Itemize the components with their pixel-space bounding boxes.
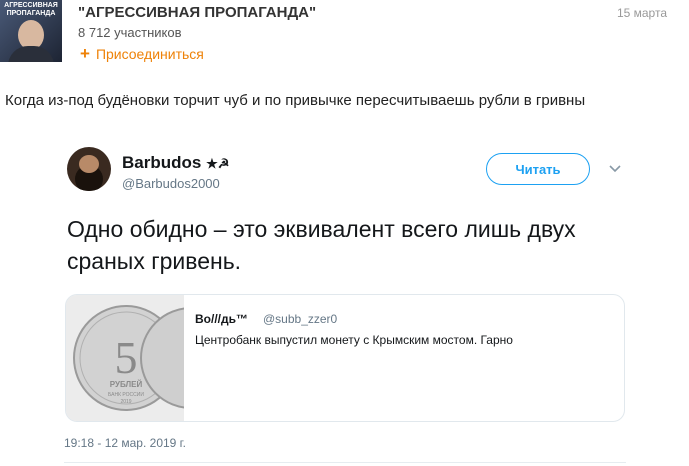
group-title[interactable]: "АГРЕССИВНАЯ ПРОПАГАНДА" <box>78 4 316 21</box>
tweet-author-avatar <box>67 147 111 191</box>
join-group-button[interactable]: + Присоединиться <box>80 44 204 63</box>
tweet-screenshot[interactable]: Barbudos ★☭ @Barbudos2000 Читать Одно об… <box>62 140 632 466</box>
group-avatar-text: АГРЕССИВНАЯ ПРОПАГАНДА <box>4 2 58 17</box>
coin-denomination: 5 <box>115 332 138 383</box>
group-header: АГРЕССИВНАЯ ПРОПАГАНДА "АГРЕССИВНАЯ ПРОП… <box>0 0 689 70</box>
follow-button: Читать <box>486 153 590 185</box>
chevron-down-icon <box>609 165 621 173</box>
quoted-tweet: 5 РУБЛЕЙ БАНК РОССИИ 2019 Во///дь™ @subb… <box>65 294 625 422</box>
divider <box>64 462 626 463</box>
plus-icon: + <box>80 44 90 63</box>
group-avatar[interactable]: АГРЕССИВНАЯ ПРОПАГАНДА <box>0 0 62 62</box>
quoted-author-handle: @subb_zzer0 <box>263 312 338 326</box>
coin-bank: БАНК РОССИИ <box>108 392 144 398</box>
coin-word: РУБЛЕЙ <box>110 380 143 389</box>
tweet-text: Одно обидно – это эквивалент всего лишь … <box>67 216 576 274</box>
quoted-tweet-text: Центробанк выпустил монету с Крымским мо… <box>195 333 513 347</box>
tweet-author-name-text: Barbudos <box>122 153 202 172</box>
post-caption: Когда из-под будёновки торчит чуб и по п… <box>5 92 586 109</box>
quoted-author-name: Во///дь™ <box>195 312 248 326</box>
coin-year: 2019 <box>120 399 131 405</box>
tweet-author-name-suffix: ★☭ <box>206 156 230 171</box>
coin-image: 5 РУБЛЕЙ БАНК РОССИИ 2019 <box>66 295 184 421</box>
tweet-author-name: Barbudos ★☭ <box>122 153 229 173</box>
tweet-timestamp: 19:18 - 12 мар. 2019 г. <box>64 436 186 450</box>
tweet-author-handle: @Barbudos2000 <box>122 176 220 191</box>
group-members-count: 8 712 участников <box>78 25 182 40</box>
join-button-label: Присоединиться <box>95 46 204 62</box>
post-date: 15 марта <box>616 6 667 20</box>
avatar-skin <box>79 155 99 173</box>
avatar-shoulders <box>8 46 54 62</box>
